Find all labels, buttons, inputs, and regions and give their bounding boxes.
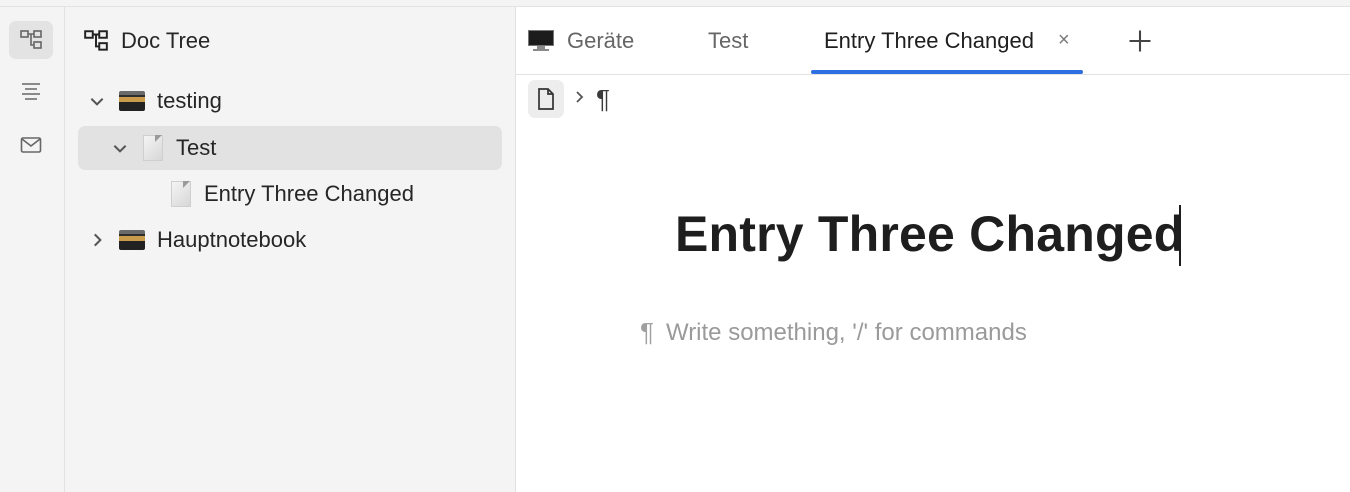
breadcrumb-paragraph[interactable]: ¶ [596,84,610,115]
doc-tree-button[interactable] [9,21,53,59]
tree-item-test[interactable]: Test [78,126,502,170]
chevron-down-icon[interactable] [85,89,109,113]
close-icon[interactable]: × [1058,29,1070,52]
activity-bar [0,7,65,492]
doc-tree-title: Doc Tree [121,28,211,53]
tree-item-label: Entry Three Changed [204,181,414,206]
tab-label: Entry Three Changed [824,27,1034,53]
text-caret [1179,205,1181,266]
breadcrumb: ¶ [528,80,610,118]
page-icon [142,135,164,161]
mail-icon [20,137,42,153]
chevron-down-icon[interactable] [108,136,132,160]
tree-item-label: testing [157,88,222,113]
document-title[interactable]: Entry Three Changed [675,205,1184,263]
notebook-icon [119,91,145,111]
tree-icon [84,30,108,51]
outline-icon [22,83,40,100]
tree-item-testing[interactable]: testing [85,79,499,123]
plus-icon [1129,30,1151,52]
tab-geraete[interactable]: Geräte [528,7,634,74]
notebook-icon [119,230,145,250]
tree-item-hauptnotebook[interactable]: Hauptnotebook [85,218,499,262]
chevron-right-icon [564,89,596,110]
outline-button[interactable] [9,73,53,111]
active-tab-indicator [811,70,1083,74]
tab-label: Test [708,27,749,53]
tree-item-label: Hauptnotebook [157,227,307,252]
tab-label: Geräte [567,27,635,53]
doc-tree-panel: Doc Tree testing Test Entry Three Change… [65,7,516,492]
doc-tree-header: Doc Tree [83,27,210,55]
chevron-right-icon[interactable] [85,228,109,252]
page-icon [170,181,192,207]
tab-bar: Geräte Test Entry Three Changed × [516,7,1350,75]
tree-icon [20,30,42,49]
window-top-strip [0,0,1350,7]
paragraph-marker: ¶ [640,317,654,347]
tree-item-label: Test [176,135,217,160]
new-tab-button[interactable] [1126,27,1156,57]
breadcrumb-document-button[interactable] [528,80,564,118]
monitor-icon [528,29,554,52]
tab-test[interactable]: Test [708,7,748,74]
document-icon [538,88,554,110]
tab-entry-three-changed[interactable]: Entry Three Changed × [811,7,1083,74]
empty-paragraph[interactable]: ¶ Write something, '/' for commands [640,317,1027,348]
tree-item-entry-three-changed[interactable]: Entry Three Changed [160,172,502,216]
editor-placeholder: Write something, '/' for commands [665,318,1027,346]
inbox-button[interactable] [9,126,53,164]
